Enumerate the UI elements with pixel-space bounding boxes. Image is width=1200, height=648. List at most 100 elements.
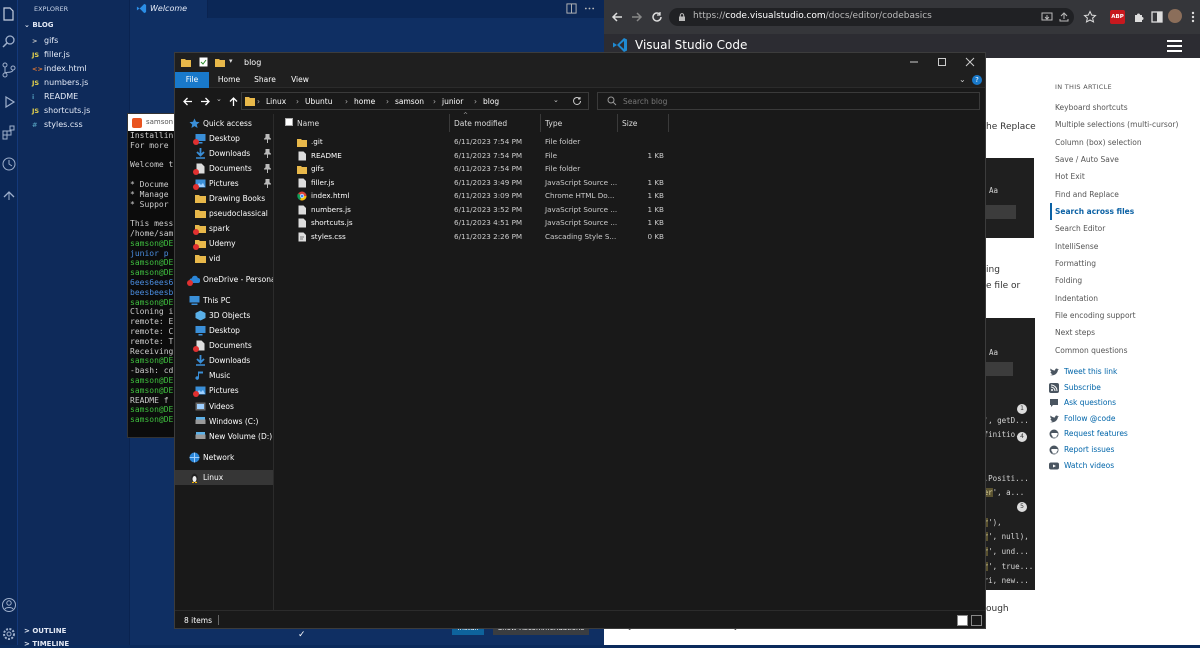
reload-icon[interactable]	[650, 10, 664, 24]
breadcrumb-separator[interactable]: ›	[296, 97, 299, 106]
file-tree-item[interactable]: JS filler.js	[24, 48, 90, 62]
breadcrumb-samson[interactable]: samson	[395, 97, 424, 106]
search-box[interactable]: Search blog	[597, 92, 980, 110]
file-tree-item[interactable]: # styles.css	[24, 118, 90, 132]
more-actions-icon[interactable]	[584, 3, 595, 14]
toc-link[interactable]: Save / Auto Save	[1055, 151, 1178, 168]
new-folder-icon[interactable]	[215, 57, 225, 67]
column-divider[interactable]	[617, 114, 618, 132]
terminal-window[interactable]: samson Installin For more Welcome t * Doc…	[127, 113, 179, 438]
files-icon[interactable]	[1, 6, 17, 22]
breadcrumb-separator[interactable]: ›	[257, 97, 260, 106]
file-row[interactable]: numbers.js 6/11/2023 3:52 PM JavaScript So…	[275, 203, 664, 217]
nav-item-star[interactable]: Quick access	[175, 116, 273, 131]
file-row[interactable]: shortcuts.js 6/11/2023 4:51 PM JavaScript …	[275, 216, 664, 230]
social-link[interactable]: Ask questions	[1049, 395, 1128, 411]
remote-icon[interactable]	[1, 186, 17, 202]
breadcrumb-separator[interactable]: ›	[433, 97, 436, 106]
file-row[interactable]: styles.css 6/11/2023 2:26 PM Cascading Sty…	[275, 230, 664, 244]
nav-item-pc[interactable]: This PC	[175, 293, 273, 308]
column-type[interactable]: Type	[545, 119, 562, 128]
tab-welcome[interactable]: Welcome	[130, 0, 208, 18]
social-link[interactable]: Follow @code	[1049, 411, 1128, 427]
properties-icon[interactable]	[199, 57, 208, 67]
breadcrumb-separator[interactable]: ›	[474, 97, 477, 106]
social-link[interactable]: Subscribe	[1049, 380, 1128, 396]
nav-item-doc[interactable]: Documents	[175, 338, 273, 353]
nav-item-drive[interactable]: New Volume (D:)	[175, 429, 273, 444]
nav-item-download[interactable]: Downloads	[175, 146, 273, 161]
nav-item-cube[interactable]: 3D Objects	[175, 308, 273, 323]
sidepanel-icon[interactable]	[1150, 10, 1164, 24]
nav-item-pic[interactable]: Pictures	[175, 176, 273, 191]
toc-link[interactable]: Common questions	[1055, 342, 1178, 359]
account-icon[interactable]	[1, 597, 17, 613]
toc-link[interactable]: Search Editor	[1055, 220, 1178, 237]
tab-file[interactable]: File	[175, 72, 209, 88]
nav-item-desktop[interactable]: Desktop	[175, 131, 273, 146]
file-explorer-window[interactable]: ▾ blog File Home Share View ⌄ ? ⌄ › Linux…	[174, 52, 986, 629]
nav-item-download[interactable]: Downloads	[175, 353, 273, 368]
explorer-titlebar[interactable]: ▾ blog	[175, 53, 985, 72]
column-size[interactable]: Size	[622, 119, 637, 128]
column-divider[interactable]	[540, 114, 541, 132]
file-row[interactable]: filler.js 6/11/2023 3:49 PM JavaScript Sou…	[275, 176, 664, 190]
file-tree-item[interactable]: > gifs	[24, 34, 90, 48]
file-row[interactable]: .git 6/11/2023 7:54 PM File folder	[275, 135, 655, 149]
toc-link[interactable]: IntelliSense	[1055, 238, 1178, 255]
minimize-icon[interactable]	[909, 57, 919, 67]
bookmark-star-icon[interactable]	[1083, 10, 1097, 24]
toc-link[interactable]: Search across files	[1050, 203, 1178, 221]
recent-locations-icon[interactable]: ⌄	[216, 95, 222, 103]
select-all-checkbox[interactable]	[285, 118, 293, 126]
nav-item-network[interactable]: Network	[175, 450, 273, 465]
pin-icon[interactable]	[264, 164, 271, 173]
refresh-icon[interactable]	[572, 96, 582, 106]
share-icon[interactable]	[1058, 11, 1070, 23]
column-divider[interactable]	[668, 114, 669, 132]
forward-icon[interactable]	[630, 10, 644, 24]
back-icon[interactable]	[182, 96, 193, 107]
nav-item-folder[interactable]: vid	[175, 251, 273, 266]
tab-share[interactable]: Share	[249, 72, 281, 88]
breadcrumb-ubuntu[interactable]: Ubuntu	[305, 97, 332, 106]
file-tree-item[interactable]: JS numbers.js	[24, 76, 90, 90]
up-icon[interactable]	[228, 96, 239, 107]
address-dropdown-icon[interactable]: ⌄	[553, 96, 559, 104]
social-link[interactable]: Watch videos	[1049, 458, 1128, 474]
terminal-titlebar[interactable]: samson	[128, 114, 178, 131]
outline-section[interactable]: > OUTLINE	[24, 627, 66, 635]
forward-icon[interactable]	[200, 96, 211, 107]
toc-link[interactable]: Column (box) selection	[1055, 134, 1178, 151]
column-divider[interactable]	[449, 114, 450, 132]
pin-icon[interactable]	[264, 134, 271, 143]
nav-item-linux[interactable]: Linux	[175, 470, 273, 485]
toc-link[interactable]: Indentation	[1055, 290, 1178, 307]
back-icon[interactable]	[610, 10, 624, 24]
column-name[interactable]: Name	[297, 119, 319, 128]
extensions-puzzle-icon[interactable]	[1132, 10, 1146, 24]
breadcrumb-separator[interactable]: ›	[345, 97, 348, 106]
help-icon[interactable]: ?	[972, 75, 982, 85]
nav-item-doc[interactable]: Documents	[175, 161, 273, 176]
tab-view[interactable]: View	[285, 72, 315, 88]
toc-link[interactable]: Formatting	[1055, 255, 1178, 272]
toc-link[interactable]: File encoding support	[1055, 307, 1178, 324]
breadcrumb-junior[interactable]: junior	[442, 97, 463, 106]
install-app-icon[interactable]	[1041, 11, 1053, 23]
nav-item-folder[interactable]: spark	[175, 221, 273, 236]
qat-dropdown-icon[interactable]: ▾	[229, 57, 233, 65]
nav-item-pic[interactable]: Pictures	[175, 383, 273, 398]
nav-item-desktop[interactable]: Desktop	[175, 323, 273, 338]
nav-item-drive[interactable]: Windows (C:)	[175, 414, 273, 429]
split-editor-icon[interactable]	[566, 3, 577, 14]
details-view-icon[interactable]	[957, 615, 968, 626]
pin-icon[interactable]	[264, 149, 271, 158]
gear-icon[interactable]	[1, 626, 17, 642]
toc-link[interactable]: Keyboard shortcuts	[1055, 99, 1178, 116]
breadcrumb-home[interactable]: home	[354, 97, 375, 106]
close-icon[interactable]	[965, 57, 975, 67]
hamburger-menu-icon[interactable]	[1167, 40, 1182, 52]
breadcrumb-blog[interactable]: blog	[483, 97, 499, 106]
nav-item-cloud[interactable]: OneDrive - Personal	[175, 272, 273, 287]
